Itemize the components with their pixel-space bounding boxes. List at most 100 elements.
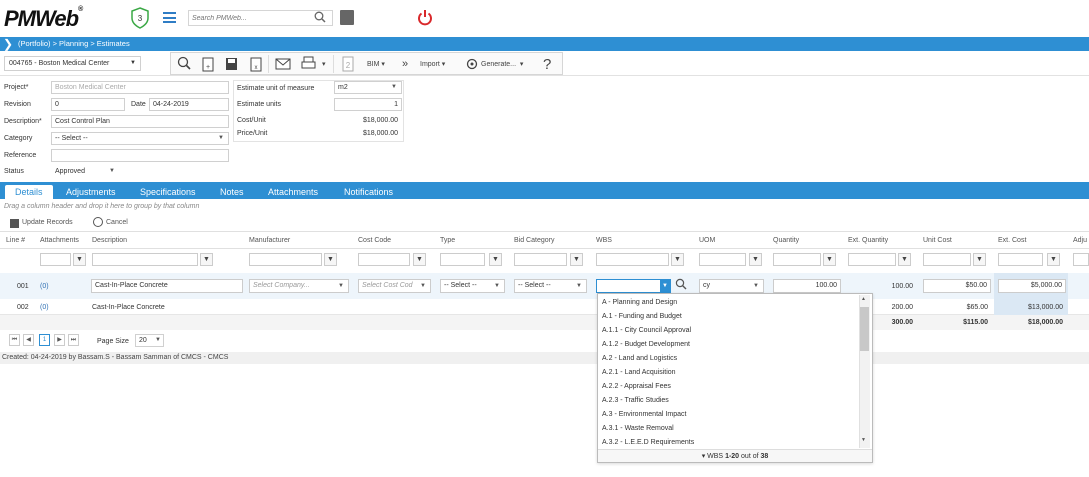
row-cost-code-select[interactable]: Select Cost Cod ▼ [358,279,431,293]
filter-input[interactable] [514,253,567,266]
search-icon[interactable] [314,11,326,23]
wbs-option[interactable]: A - Planning and Design [602,299,677,306]
filter-input[interactable] [40,253,71,266]
search-icon[interactable] [177,56,191,72]
col-type[interactable]: Type [440,237,455,244]
filter-icon[interactable]: ▼ [1047,253,1060,266]
generate-menu[interactable]: Generate... ▾ [481,56,523,72]
filter-icon[interactable]: ▼ [489,253,502,266]
filter-icon[interactable]: ▼ [73,253,86,266]
col-ext-quantity[interactable]: Ext. Quantity [848,237,888,244]
filter-input[interactable] [92,253,198,266]
row-wbs-select[interactable]: ▼ [596,279,671,293]
col-quantity[interactable]: Quantity [773,237,799,244]
app-logo[interactable]: PMWeb® [4,6,83,32]
document-icon[interactable]: 2 [341,56,355,72]
status-select[interactable]: Approved ▼ [51,165,120,178]
filter-input[interactable] [440,253,485,266]
description-field[interactable]: Cost Control Plan [51,115,229,128]
wbs-option[interactable]: A.3 - Environmental Impact [602,411,686,418]
global-search[interactable] [188,10,333,26]
filter-input[interactable] [1073,253,1089,266]
row-attachments-link[interactable]: (0) [40,283,49,290]
row-uom-select[interactable]: cy ▼ [699,279,764,293]
col-description[interactable]: Description [92,237,127,244]
power-icon[interactable] [417,9,433,26]
wbs-option[interactable]: A.2 - Land and Logistics [602,355,677,362]
row-quantity-input[interactable]: 100.00 [773,279,841,293]
filter-icon[interactable]: ▼ [823,253,836,266]
import-icon[interactable]: » [402,56,408,72]
project-selector[interactable]: 004765 - Boston Medical Center ▼ [4,56,141,71]
last-page-button[interactable]: ⏭ [68,334,79,346]
col-ext-cost[interactable]: Ext. Cost [998,237,1026,244]
row-type-select[interactable]: -- Select -- ▼ [440,279,505,293]
tab-details[interactable]: Details [5,185,53,199]
filter-icon[interactable]: ▼ [324,253,337,266]
update-records-button[interactable]: Update Records [22,219,73,226]
col-unit-cost[interactable]: Unit Cost [923,237,952,244]
print-icon[interactable] [301,56,316,72]
wbs-option[interactable]: A.3.2 - L.E.E.D Requirements [602,439,694,446]
filter-icon[interactable]: ▼ [413,253,426,266]
next-page-button[interactable]: ▶ [54,334,65,346]
email-icon[interactable] [275,56,291,72]
search-input[interactable] [189,11,309,25]
col-attachments[interactable]: Attachments [40,237,79,244]
wbs-option[interactable]: A.1 - Funding and Budget [602,313,682,320]
filter-input[interactable] [773,253,821,266]
filter-input[interactable] [923,253,971,266]
col-cost-code[interactable]: Cost Code [358,237,391,244]
page-number-button[interactable]: 1 [39,334,50,346]
help-icon[interactable]: ? [543,56,551,73]
filter-input[interactable] [848,253,896,266]
video-icon[interactable] [340,10,354,25]
col-manufacturer[interactable]: Manufacturer [249,237,290,244]
row-unit-cost-input[interactable]: $50.00 [923,279,991,293]
new-record-icon[interactable]: + [202,56,214,72]
filter-icon[interactable]: ▼ [973,253,986,266]
filter-input[interactable] [699,253,746,266]
wbs-pager[interactable]: ▾ WBS 1-20 out of 38 [598,449,872,462]
filter-icon[interactable]: ▼ [671,253,684,266]
tab-attachments[interactable]: Attachments [268,186,318,199]
row-manufacturer-select[interactable]: Select Company... ▼ [249,279,349,293]
row-bid-category-select[interactable]: -- Select -- ▼ [514,279,587,293]
wbs-option[interactable]: A.2.1 - Land Acquisition [602,369,676,376]
row-ext-cost-input[interactable]: $5,000.00 [998,279,1066,293]
search-icon[interactable] [675,278,687,290]
page-size-select[interactable]: 20 ▼ [135,334,164,347]
filter-input[interactable] [358,253,410,266]
tab-notifications[interactable]: Notifications [344,186,393,199]
import-menu[interactable]: Import ▾ [420,56,445,72]
uom-select[interactable]: m2 ▼ [334,81,402,94]
reference-field[interactable] [51,149,229,162]
col-line[interactable]: Line # [6,237,25,244]
row-description-input[interactable]: Cast-In-Place Concrete [91,279,243,293]
wbs-option[interactable]: A.2.3 - Traffic Studies [602,397,669,404]
prev-page-button[interactable]: ◀ [23,334,34,346]
tab-notes[interactable]: Notes [220,186,244,199]
filter-input[interactable] [249,253,322,266]
col-uom[interactable]: UOM [699,237,715,244]
delete-record-icon[interactable]: x [250,56,262,72]
chevron-down-icon[interactable]: ▼ [660,280,670,292]
col-bid-category[interactable]: Bid Category [514,237,554,244]
filter-input[interactable] [596,253,669,266]
filter-icon[interactable]: ▼ [749,253,762,266]
wbs-scrollbar-thumb[interactable] [860,307,869,351]
chevron-down-icon[interactable]: ▾ [322,56,326,72]
wbs-option[interactable]: A.1.2 - Budget Development [602,341,690,348]
cancel-icon[interactable] [93,217,103,227]
col-adjustments[interactable]: Adju [1073,237,1087,244]
wbs-option[interactable]: A.1.1 - City Council Approval [602,327,691,334]
tab-specifications[interactable]: Specifications [140,186,196,199]
save-icon[interactable] [10,219,19,228]
generate-icon[interactable] [466,56,478,72]
revision-field[interactable]: 0 [51,98,125,111]
category-select[interactable]: -- Select -- ▼ [51,132,229,145]
save-icon[interactable] [225,56,238,72]
filter-icon[interactable]: ▼ [898,253,911,266]
date-field[interactable]: 04-24-2019 [149,98,229,111]
cancel-button[interactable]: Cancel [106,219,128,226]
